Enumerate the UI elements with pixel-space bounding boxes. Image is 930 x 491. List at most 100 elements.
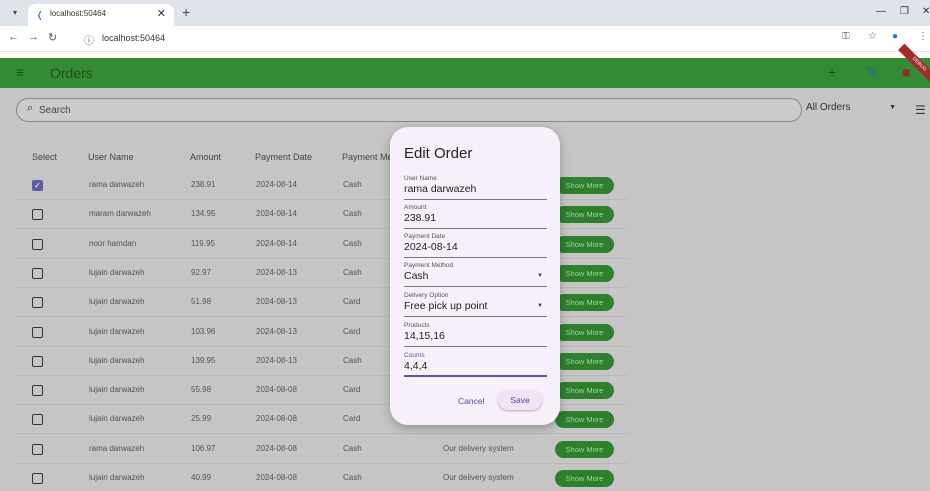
filter-selected-value: All Orders [806,102,851,113]
cancel-button[interactable]: Cancel [458,396,484,406]
dialog-field-user-name[interactable]: User Name rama darwazeh [404,175,547,200]
show-more-button[interactable]: Show More [555,206,614,224]
show-more-button[interactable]: Show More [555,411,614,429]
cell-payment-method: Cash [343,267,362,277]
url-text[interactable]: localhost:50464 [102,33,165,43]
show-more-button[interactable]: Show More [555,440,614,458]
cell-amount: 25.99 [191,414,212,424]
row-checkbox[interactable] [32,238,43,250]
browser-menu-icon[interactable]: ⋮ [918,31,928,42]
search-bar[interactable]: ⌕ [16,98,802,122]
row-checkbox[interactable] [32,385,43,397]
dialog-field-products[interactable]: Products 14,15,16 [404,322,547,347]
orders-filter-select[interactable]: All Orders ▼ [806,102,902,120]
row-checkbox[interactable] [32,443,43,455]
cell-payment-date: 2024-08-13 [256,355,297,365]
profile-icon[interactable]: ● [892,31,898,42]
field-value[interactable]: 238.91 [404,212,436,224]
search-input[interactable] [39,102,639,118]
cell-user-name: lujain darwazeh [89,414,145,424]
dialog-field-payment-date[interactable]: Payment Date 2024-08-14 [404,233,547,258]
show-more-button[interactable]: Show More [555,382,614,400]
bookmark-star-icon[interactable]: ☆ [868,31,877,42]
cell-payment-method: Cash [343,180,362,189]
cell-payment-date: 2024-08-08 [256,414,297,424]
dialog-field-amount[interactable]: Amount 238.91 [404,204,547,229]
dropdown-arrow-icon[interactable]: ▼ [537,303,543,309]
close-window-icon[interactable]: ✕ [922,6,930,17]
column-header-user-name: User Name [88,152,134,162]
cell-delivery-option: Our delivery system [443,473,514,482]
close-tab-icon[interactable]: ✕ [157,7,166,20]
field-value[interactable]: Free pick up point [404,300,487,312]
omnibox[interactable]: ⓘ localhost:50464 [80,30,910,48]
show-more-button[interactable]: Show More [555,235,614,253]
dropdown-arrow-icon[interactable]: ▼ [537,273,543,279]
cell-user-name: maram darwazeh [89,209,151,219]
page-title: Orders [50,65,93,81]
minimize-icon[interactable]: — [876,6,886,17]
back-icon[interactable]: ← [8,31,19,43]
new-tab-icon[interactable]: + [182,4,190,20]
password-key-icon[interactable]: ⚿ [842,31,850,42]
cell-payment-date: 2024-08-08 [256,385,297,395]
row-checkbox[interactable] [32,326,43,338]
column-header-payment-date: Payment Date [255,152,313,162]
save-button[interactable]: Save [498,390,542,410]
show-more-button[interactable]: Show More [555,352,614,370]
reload-icon[interactable]: ↻ [48,31,57,44]
cell-user-name: lujain darwazeh [89,297,145,307]
hamburger-menu-icon[interactable]: ≡ [16,64,24,80]
field-value[interactable]: 14,15,16 [404,330,445,342]
app-bar: ≡ Orders + ✎ ■ DEBUG [0,43,930,88]
add-icon[interactable]: + [828,64,836,80]
cell-amount: 139.95 [191,355,216,365]
show-more-button[interactable]: Show More [555,177,614,194]
cell-payment-method: Cash [343,443,362,453]
table-row[interactable]: rama darwazeh 106.97 2024-08-08 Cash Our del… [14,435,628,464]
field-value[interactable]: 4,4,4 [404,360,427,372]
row-checkbox[interactable] [32,355,43,367]
show-more-button[interactable]: Show More [555,294,614,312]
row-checkbox[interactable]: ✓ [32,180,43,191]
column-header-payment-method: Payment Me [342,152,393,162]
restore-icon[interactable]: ❐ [900,6,909,17]
browser-tab[interactable]: ❬ localhost:50464 ✕ [28,4,174,26]
row-checkbox[interactable] [32,209,43,221]
table-row[interactable]: lujain darwazeh 40.99 2024-08-08 Cash Our de… [14,464,628,491]
search-icon: ⌕ [27,102,34,114]
dialog-field-payment-method[interactable]: Payment Method Cash ▼ [404,262,547,287]
cell-user-name: lujain darwazeh [89,267,145,277]
cell-payment-method: Cash [343,238,362,248]
field-label: Products [404,322,430,329]
field-label: Counts [404,352,425,359]
delete-icon[interactable]: ■ [902,64,910,80]
sort-icon[interactable]: ☰ [915,103,926,117]
column-header-select: Select [32,152,58,162]
dialog-field-delivery-option[interactable]: Delivery Option Free pick up point ▼ [404,292,547,317]
forward-icon[interactable]: → [28,31,39,43]
cell-payment-date: 2024-08-13 [256,267,297,277]
edit-order-dialog: Edit Order User Name rama darwazeh Amount 2… [390,127,560,425]
field-value[interactable]: rama darwazeh [404,183,476,195]
site-info-icon[interactable]: ⓘ [84,32,94,47]
show-more-button[interactable]: Show More [555,264,614,282]
show-more-button[interactable]: Show More [555,470,614,487]
edit-icon[interactable]: ✎ [866,64,878,81]
row-checkbox[interactable] [32,473,43,484]
cell-amount: 106.97 [191,443,216,453]
cell-payment-method: Cash [343,473,362,482]
dialog-field-counts[interactable]: Counts 4,4,4 [404,352,547,377]
tab-search-icon[interactable]: ▾ [8,6,22,20]
cell-payment-method: Cash [343,355,362,365]
cell-user-name: lujain darwazeh [89,473,145,482]
row-checkbox[interactable] [32,297,43,309]
cell-amount: 51.98 [191,297,212,307]
cell-amount: 92.97 [191,267,212,277]
row-checkbox[interactable] [32,414,43,426]
show-more-button[interactable]: Show More [555,323,614,341]
field-value[interactable]: Cash [404,270,429,282]
field-value[interactable]: 2024-08-14 [404,241,458,253]
tab-title: localhost:50464 [50,9,107,18]
row-checkbox[interactable] [32,267,43,279]
